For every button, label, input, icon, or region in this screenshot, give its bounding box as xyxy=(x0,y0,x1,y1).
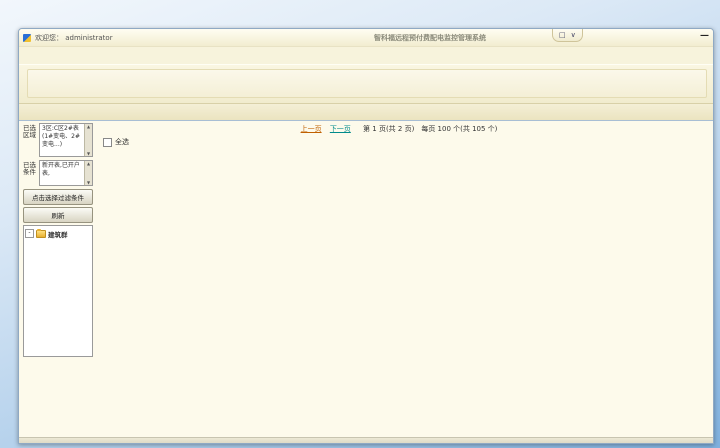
scroll-up-icon[interactable]: ▲ xyxy=(87,124,90,129)
filter-button[interactable]: 点击选择过滤条件 xyxy=(23,189,93,205)
scroll-down-icon[interactable]: ▼ xyxy=(87,151,90,156)
minimize-icon[interactable]: — xyxy=(700,30,709,42)
meter-grid xyxy=(97,149,711,437)
menu-bar xyxy=(19,47,713,64)
maximize-icon[interactable]: □ xyxy=(559,31,566,39)
building-tree: - 建筑群 xyxy=(23,225,93,357)
chevron-down-icon[interactable]: ∨ xyxy=(571,31,576,39)
scroll-up-icon[interactable]: ▲ xyxy=(87,161,90,166)
ribbon xyxy=(19,64,713,104)
app-window: 欢迎您： administrator 智科福远程预付费配电监控管理系统 □ ∨ … xyxy=(18,28,714,444)
select-all[interactable]: 全选 xyxy=(103,137,129,147)
region-value: 3区:C区2#表 (1#变电、2#变电...) xyxy=(42,125,80,148)
region-scrollbar[interactable]: ▲ ▼ xyxy=(84,124,92,156)
prev-page-link[interactable]: 上一页 xyxy=(301,125,322,133)
app-icon xyxy=(23,34,31,42)
region-label: 已选区域 xyxy=(23,123,37,157)
refresh-button[interactable]: 刷新 xyxy=(23,207,93,223)
condition-scrollbar[interactable]: ▲ ▼ xyxy=(84,161,92,185)
next-page-link[interactable]: 下一页 xyxy=(330,125,351,133)
document-tabs xyxy=(19,104,713,121)
title-bar: 欢迎您： administrator 智科福远程预付费配电监控管理系统 □ ∨ … xyxy=(19,29,713,47)
folder-icon xyxy=(36,230,46,238)
desktop: { "window": { "welcome": "欢迎您： administr… xyxy=(0,0,720,448)
tree-root-label: 建筑群 xyxy=(48,229,68,239)
select-all-checkbox[interactable] xyxy=(103,138,112,147)
select-all-label: 全选 xyxy=(115,137,129,147)
tree-root[interactable]: - 建筑群 xyxy=(25,228,91,239)
page-info: 第 1 页(共 2 页) 每页 100 个(共 105 个) xyxy=(363,125,497,133)
collapse-icon[interactable]: - xyxy=(25,229,34,238)
condition-listbox[interactable]: 新开表,已开户表, ▲ ▼ xyxy=(39,160,93,186)
window-controls: □ ∨ xyxy=(552,29,583,42)
pagination: 上一页 下一页 第 1 页(共 2 页) 每页 100 个(共 105 个) xyxy=(97,121,701,135)
content: 已选区域 3区:C区2#表 (1#变电、2#变电...) ▲ ▼ 已选条件 新开… xyxy=(19,121,713,437)
app-title: 智科福远程预付费配电监控管理系统 xyxy=(374,33,486,43)
condition-value: 新开表,已开户表, xyxy=(42,162,80,177)
main-panel: 上一页 下一页 第 1 页(共 2 页) 每页 100 个(共 105 个) 全… xyxy=(95,121,713,437)
scroll-down-icon[interactable]: ▼ xyxy=(87,180,90,185)
actions-row: 全选 xyxy=(97,135,701,149)
welcome-text: 欢迎您： administrator xyxy=(35,33,113,43)
ribbon-empty-panel xyxy=(27,69,707,98)
status-legend xyxy=(701,121,711,126)
region-listbox[interactable]: 3区:C区2#表 (1#变电、2#变电...) ▲ ▼ xyxy=(39,123,93,157)
condition-label: 已选条件 xyxy=(23,160,37,186)
status-bar xyxy=(19,437,713,444)
sidebar: 已选区域 3区:C区2#表 (1#变电、2#变电...) ▲ ▼ 已选条件 新开… xyxy=(19,121,95,437)
main-toolbar: 上一页 下一页 第 1 页(共 2 页) 每页 100 个(共 105 个) 全… xyxy=(97,121,711,149)
